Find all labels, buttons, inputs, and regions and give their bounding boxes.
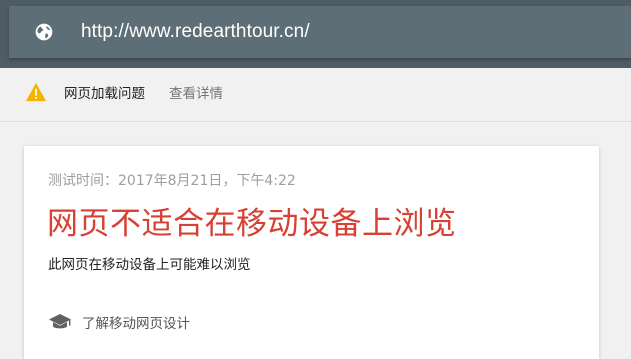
view-details-link[interactable]: 查看详情 — [169, 85, 223, 103]
learn-mobile-design-link[interactable]: 了解移动网页设计 — [82, 315, 190, 333]
address-bar-container: http://www.redearthtour.cn/ — [0, 0, 631, 68]
result-description: 此网页在移动设备上可能难以浏览 — [48, 257, 251, 273]
test-result-card: 测试时间：2017年8月21日，下午4:22 网页不适合在移动设备上浏览 此网页… — [24, 146, 599, 359]
url-text[interactable]: http://www.redearthtour.cn/ — [81, 20, 310, 44]
warning-icon — [26, 82, 46, 102]
page-loading-issues-bar: 网页加载问题 查看详情 — [0, 68, 631, 122]
result-headline: 网页不适合在移动设备上浏览 — [47, 206, 457, 242]
mobile-friendly-test-page: http://www.redearthtour.cn/ 网页加载问题 查看详情 … — [0, 0, 631, 359]
test-timestamp: 测试时间：2017年8月21日，下午4:22 — [48, 173, 296, 189]
page-loading-issues-label: 网页加载问题 — [64, 86, 145, 102]
globe-icon — [35, 23, 53, 41]
address-bar[interactable]: http://www.redearthtour.cn/ — [9, 6, 631, 58]
graduation-cap-icon — [49, 314, 71, 329]
